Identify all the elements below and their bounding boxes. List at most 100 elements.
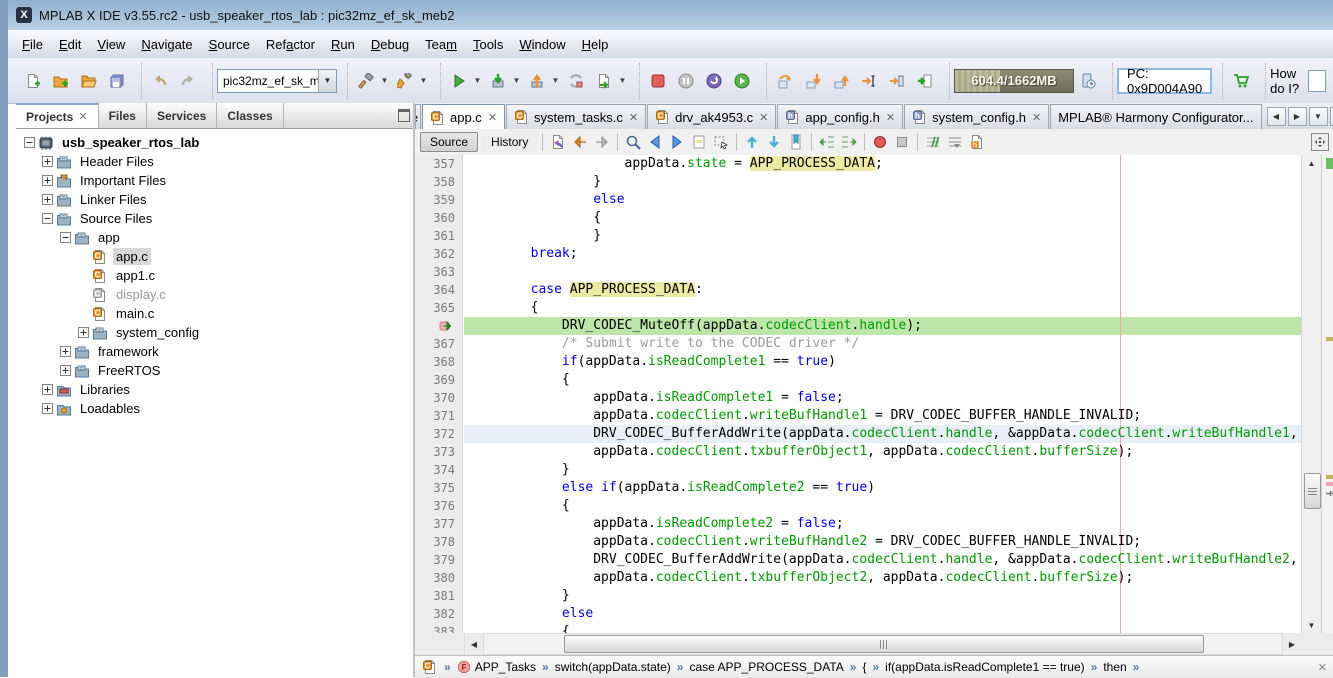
- stripe-mark-green-block[interactable]: [1326, 158, 1333, 169]
- line-number[interactable]: 381: [415, 587, 463, 605]
- code-text[interactable]: appData.codecClient.writeBufHandle2 = DR…: [463, 533, 1301, 551]
- breadcrumb-item-app-tasks[interactable]: FAPP_Tasks: [455, 660, 538, 674]
- project-selector[interactable]: pic32mz_ef_sk_m...▼: [217, 69, 337, 93]
- code-text[interactable]: }: [463, 173, 1301, 191]
- menu-help[interactable]: Help: [574, 33, 617, 56]
- cart-button[interactable]: [1227, 66, 1255, 96]
- line-number[interactable]: [415, 317, 463, 335]
- tree-item-app1-c[interactable]: Capp1.c: [16, 266, 413, 285]
- code-text[interactable]: {: [463, 497, 1301, 515]
- menu-navigate[interactable]: Navigate: [133, 33, 200, 56]
- editor-tab-system-tasks-c[interactable]: Csystem_tasks.c✕: [506, 104, 646, 129]
- line-number[interactable]: 372: [415, 425, 463, 443]
- code-text[interactable]: }: [463, 461, 1301, 479]
- close-icon[interactable]: ✕: [629, 111, 638, 124]
- code-line-376[interactable]: 376 {: [415, 497, 1301, 515]
- save-all-button[interactable]: [103, 66, 131, 96]
- line-number[interactable]: 359: [415, 191, 463, 209]
- rect-select-button[interactable]: [710, 131, 732, 153]
- collapse-icon[interactable]: [60, 232, 71, 243]
- tree-item-main-c[interactable]: Cmain.c: [16, 304, 413, 323]
- code-text[interactable]: else: [463, 191, 1301, 209]
- editor-tab--ge[interactable]: ...ge: [415, 104, 421, 129]
- code-text[interactable]: appData.isReadComplete1 = false;: [463, 389, 1301, 407]
- code-text[interactable]: else: [463, 605, 1301, 623]
- tree-item-usb-speaker-rtos-lab[interactable]: usb_speaker_rtos_lab: [16, 133, 413, 152]
- code-text[interactable]: appData.codecClient.writeBufHandle1 = DR…: [463, 407, 1301, 425]
- code-line-377[interactable]: 377 appData.isReadComplete2 = false;: [415, 515, 1301, 533]
- line-number[interactable]: 376: [415, 497, 463, 515]
- line-number[interactable]: 361: [415, 227, 463, 245]
- tab-list-icon[interactable]: ▼: [1309, 107, 1328, 126]
- find-next-button[interactable]: [666, 131, 688, 153]
- menu-run[interactable]: Run: [323, 33, 363, 56]
- code-line-370[interactable]: 370 appData.isReadComplete1 = false;: [415, 389, 1301, 407]
- code-text[interactable]: /* Submit write to the CODEC driver */: [463, 335, 1301, 353]
- scroll-tabs-left-icon[interactable]: ◀: [1267, 107, 1286, 126]
- stripe-mark-plus[interactable]: [1326, 489, 1333, 498]
- code-line-367[interactable]: 367 /* Submit write to the CODEC driver …: [415, 335, 1301, 353]
- code-line-361[interactable]: 361 }: [415, 227, 1301, 245]
- highlight-button[interactable]: [688, 131, 710, 153]
- stripe-mark-olive[interactable]: [1326, 475, 1333, 479]
- code-line-382[interactable]: 382 else: [415, 605, 1301, 623]
- run-button[interactable]: [445, 66, 473, 96]
- menu-file[interactable]: File: [14, 33, 51, 56]
- build-button[interactable]: [352, 66, 380, 96]
- back-button[interactable]: [569, 131, 591, 153]
- menu-edit[interactable]: Edit: [51, 33, 89, 56]
- scroll-left-icon[interactable]: ◀: [465, 634, 483, 654]
- step-into-button[interactable]: [799, 66, 827, 96]
- step-out-button[interactable]: [827, 66, 855, 96]
- close-icon[interactable]: ✕: [78, 110, 87, 123]
- stripe-mark-olive[interactable]: [1326, 337, 1333, 341]
- code-line-366[interactable]: DRV_CODEC_MuteOff(appData.codecClient.ha…: [415, 317, 1301, 335]
- upload-memory-dropdown-icon[interactable]: ▼: [551, 66, 560, 96]
- code-line-362[interactable]: 362 break;: [415, 245, 1301, 263]
- code-line-373[interactable]: 373 appData.codecClient.txbufferObject1,…: [415, 443, 1301, 461]
- line-number[interactable]: 360: [415, 209, 463, 227]
- undo-button[interactable]: [146, 66, 174, 96]
- code-text[interactable]: break;: [463, 245, 1301, 263]
- uncomment-button[interactable]: [944, 131, 966, 153]
- breadcrumb-item-if-appdata-isreadcomplete1-true-[interactable]: if(appData.isReadComplete1 == true): [883, 660, 1086, 674]
- expand-icon[interactable]: [78, 327, 89, 338]
- tree-item-loadables[interactable]: Loadables: [16, 399, 413, 418]
- new-project-button[interactable]: [47, 66, 75, 96]
- find-button[interactable]: [622, 131, 644, 153]
- collapse-icon[interactable]: [24, 137, 35, 148]
- line-number[interactable]: 364: [415, 281, 463, 299]
- editor-tab-mplab-harmony-configurator-[interactable]: MPLAB® Harmony Configurator...: [1050, 104, 1261, 129]
- code-text[interactable]: {: [463, 299, 1301, 317]
- breadcrumb-item-case-app-process-data[interactable]: case APP_PROCESS_DATA: [687, 660, 845, 674]
- code-line-368[interactable]: 368 if(appData.isReadComplete1 == true): [415, 353, 1301, 371]
- expand-icon[interactable]: [42, 175, 53, 186]
- code-line-358[interactable]: 358 }: [415, 173, 1301, 191]
- panel-tab-classes[interactable]: Classes: [217, 103, 283, 128]
- line-number[interactable]: 367: [415, 335, 463, 353]
- code-line-383[interactable]: 383 {: [415, 623, 1301, 633]
- expand-icon[interactable]: [42, 156, 53, 167]
- code-line-364[interactable]: 364 case APP_PROCESS_DATA:: [415, 281, 1301, 299]
- continue-button[interactable]: [728, 66, 756, 96]
- code-line-369[interactable]: 369 {: [415, 371, 1301, 389]
- code-text[interactable]: DRV_CODEC_MuteOff(appData.codecClient.ha…: [463, 317, 1301, 335]
- code-text[interactable]: [463, 263, 1301, 281]
- line-number[interactable]: 377: [415, 515, 463, 533]
- stop-button[interactable]: [644, 66, 672, 96]
- refresh-debug-button[interactable]: [562, 66, 590, 96]
- code-text[interactable]: appData.codecClient.txbufferObject1, app…: [463, 443, 1301, 461]
- tree-item-freertos[interactable]: FreeRTOS: [16, 361, 413, 380]
- line-number[interactable]: 374: [415, 461, 463, 479]
- scroll-tabs-right-icon[interactable]: ▶: [1288, 107, 1307, 126]
- record-macro-button[interactable]: [869, 131, 891, 153]
- header-source-button[interactable]: h: [966, 131, 988, 153]
- expand-icon[interactable]: [42, 403, 53, 414]
- line-number[interactable]: 375: [415, 479, 463, 497]
- line-number[interactable]: 365: [415, 299, 463, 317]
- focus-pc-button[interactable]: [911, 66, 939, 96]
- bookmark-button[interactable]: [785, 131, 807, 153]
- code-text[interactable]: else if(appData.isReadComplete2 == true): [463, 479, 1301, 497]
- editor-tab-app-config-h[interactable]: happ_config.h✕: [777, 104, 903, 129]
- line-number[interactable]: 368: [415, 353, 463, 371]
